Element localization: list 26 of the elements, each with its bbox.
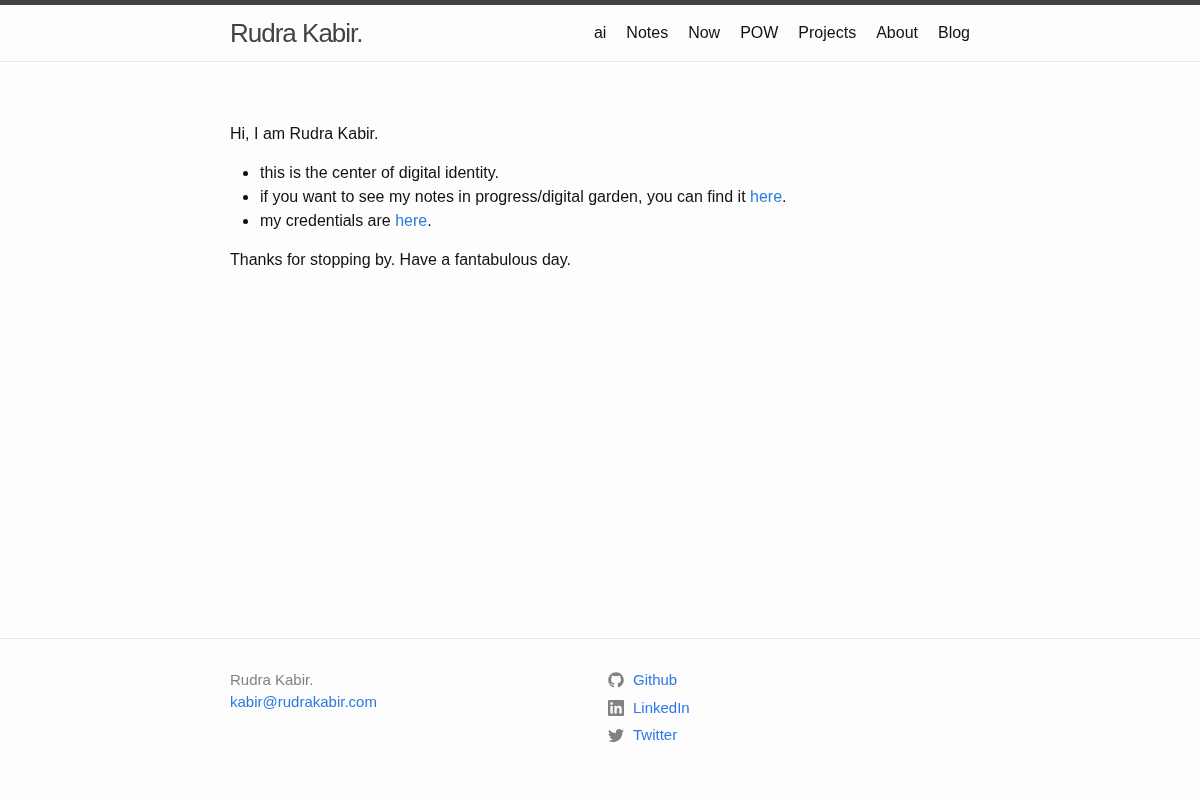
bullet-text: my credentials are here. bbox=[260, 211, 432, 231]
bullet-icon bbox=[243, 194, 248, 200]
bullet-text: this is the center of digital identity. bbox=[260, 163, 499, 183]
text-link[interactable]: here bbox=[395, 212, 428, 229]
social-link[interactable]: Twitter bbox=[633, 724, 678, 746]
footer-name: Rudra Kabir. bbox=[230, 670, 314, 690]
nav-link[interactable]: About bbox=[876, 21, 918, 45]
bullet-icon bbox=[243, 218, 248, 224]
nav-link[interactable]: Notes bbox=[626, 21, 669, 45]
site-title-link[interactable]: Rudra Kabir. bbox=[230, 5, 363, 61]
nav-link[interactable]: Now bbox=[688, 21, 721, 45]
twitter-bird-icon bbox=[608, 728, 624, 742]
nav-link[interactable]: Blog bbox=[937, 21, 970, 45]
intro-text: Hi, I am Rudra Kabir. bbox=[230, 124, 380, 144]
social-link[interactable]: Github bbox=[633, 669, 678, 691]
social-link[interactable]: LinkedIn bbox=[633, 696, 690, 719]
nav-link[interactable]: POW bbox=[740, 21, 779, 45]
nav-link[interactable]: ai bbox=[593, 21, 607, 45]
linkedin-icon bbox=[608, 699, 624, 716]
github-icon bbox=[608, 672, 624, 688]
bullet-text: if you want to see my notes in progress/digital garden, you can find it here. bbox=[260, 187, 787, 207]
bullet-icon bbox=[243, 170, 248, 176]
email-link[interactable]: kabir@rudrakabir.com bbox=[230, 691, 377, 713]
text-link[interactable]: here bbox=[750, 188, 783, 205]
nav-link[interactable]: Projects bbox=[798, 21, 857, 45]
closing-text: Thanks for stopping by. Have a fantabulous day. bbox=[230, 250, 572, 270]
